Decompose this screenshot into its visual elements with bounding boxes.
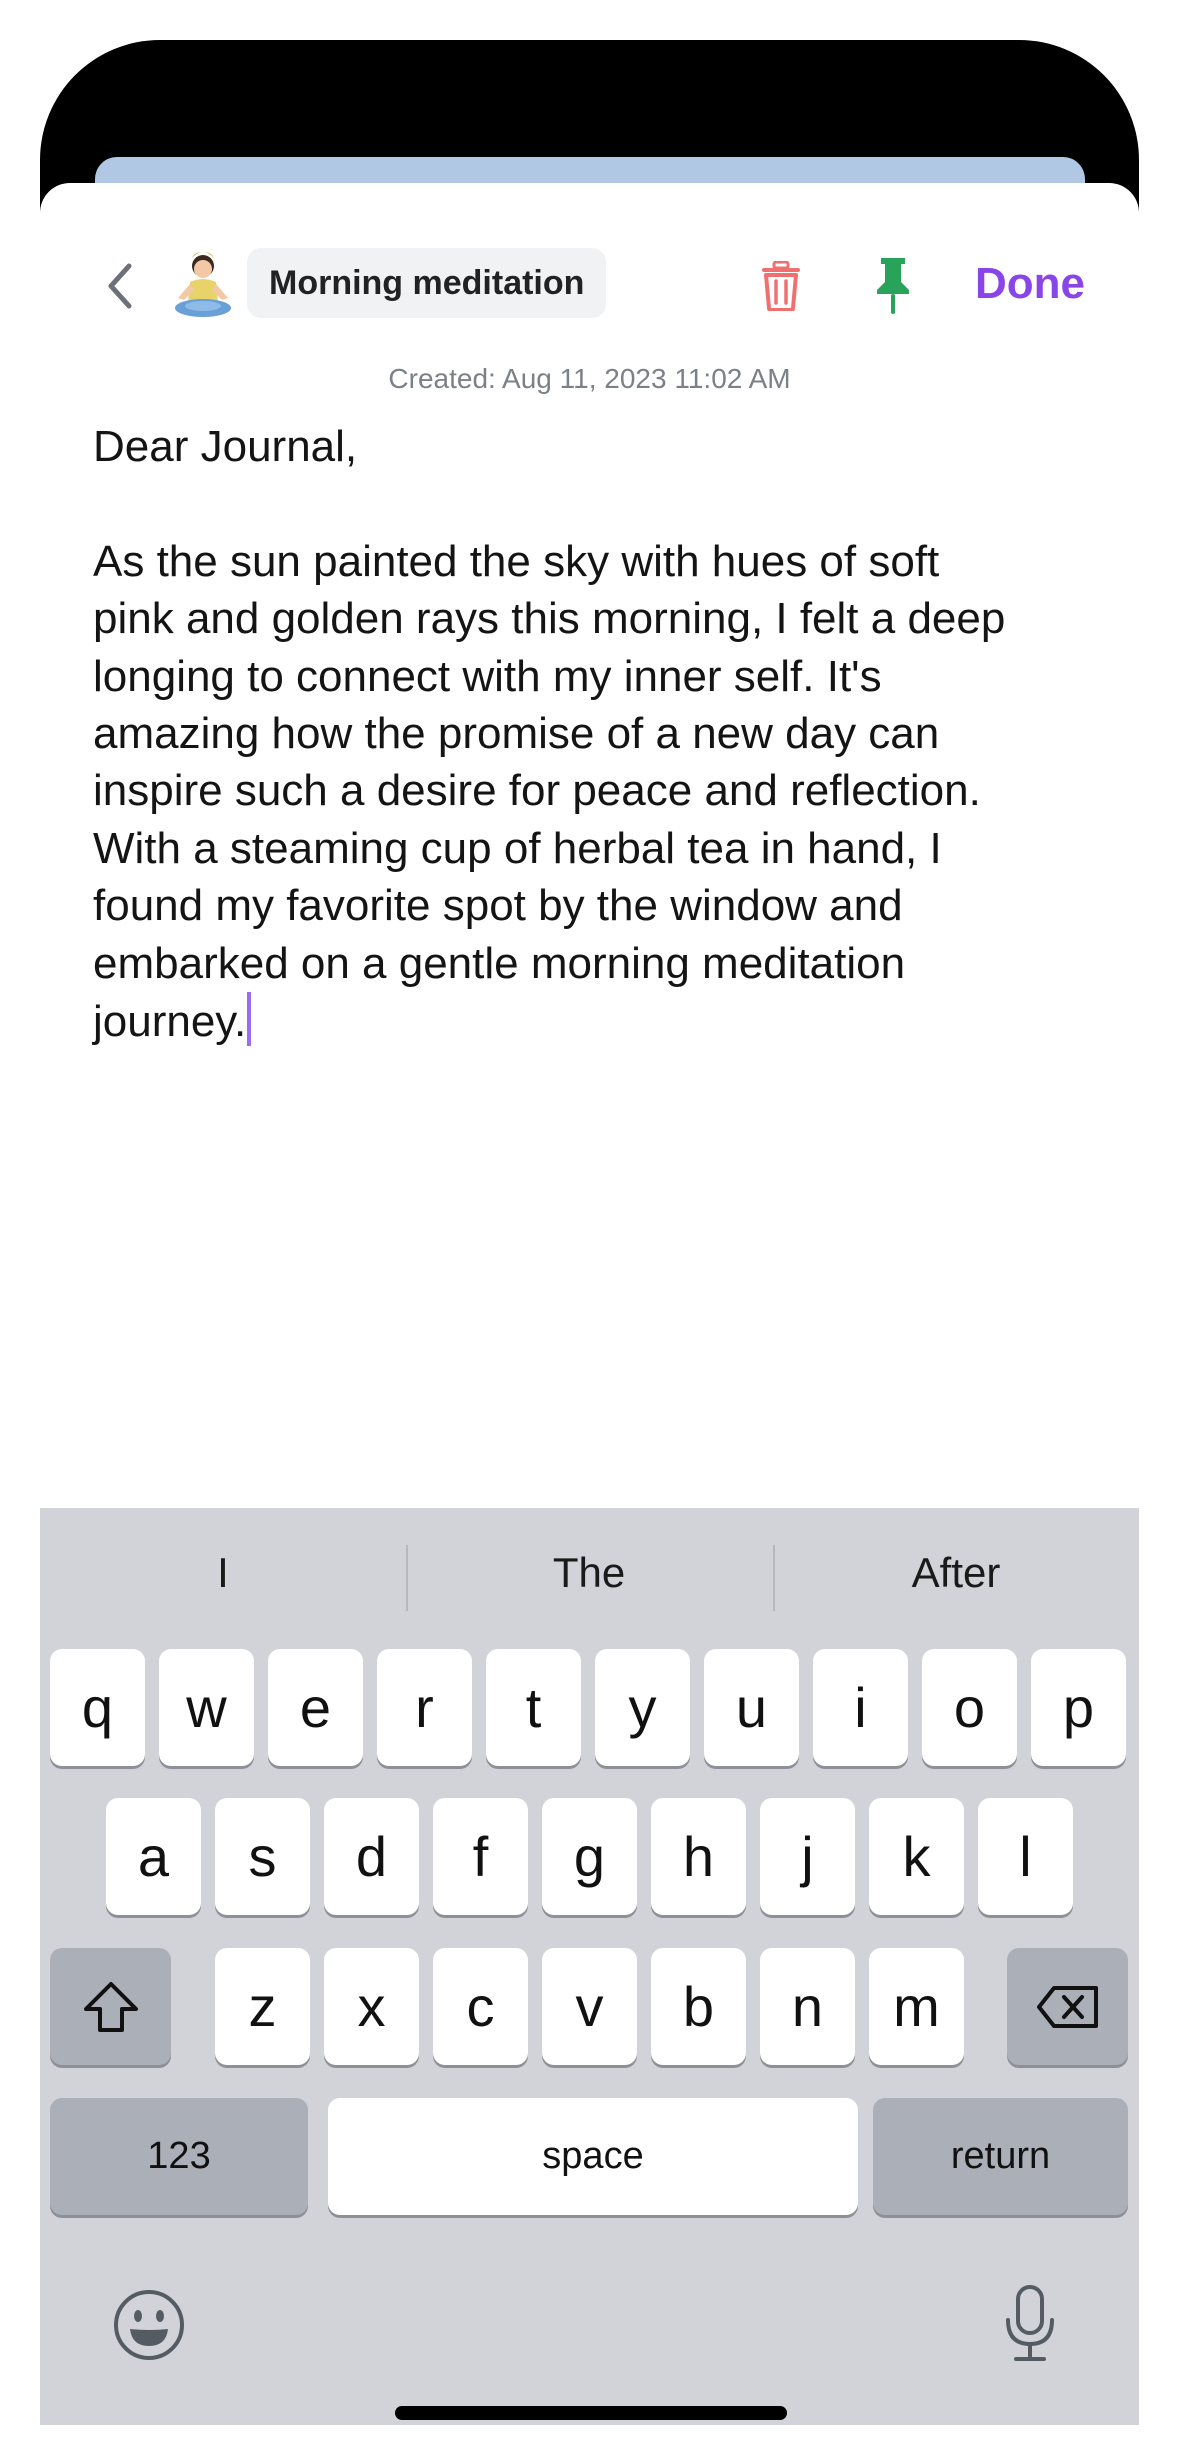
- return-key[interactable]: return: [873, 2098, 1128, 2215]
- home-indicator[interactable]: [395, 2406, 787, 2420]
- backspace-icon: [1036, 1985, 1098, 2028]
- key-g[interactable]: g: [542, 1798, 637, 1915]
- key-z[interactable]: z: [215, 1948, 310, 2065]
- done-button[interactable]: Done: [975, 259, 1085, 309]
- suggestion-2[interactable]: The: [406, 1508, 772, 1638]
- numbers-key[interactable]: 123: [50, 2098, 308, 2215]
- key-t[interactable]: t: [486, 1649, 581, 1766]
- key-e[interactable]: e: [268, 1649, 363, 1766]
- text-cursor: [247, 992, 252, 1047]
- space-key[interactable]: space: [328, 2098, 858, 2215]
- back-button[interactable]: [95, 258, 145, 318]
- chevron-left-icon: [105, 262, 135, 315]
- journal-text-area[interactable]: Dear Journal, As the sun painted the sky…: [93, 418, 1113, 1050]
- key-u[interactable]: u: [704, 1649, 799, 1766]
- emoji-button[interactable]: [112, 2288, 186, 2362]
- editor-header: Morning meditation Done: [40, 183, 1139, 383]
- meditating-person-avatar: [175, 252, 231, 317]
- entry-title: Morning meditation: [269, 263, 585, 302]
- pin-button[interactable]: [865, 255, 921, 317]
- key-r[interactable]: r: [377, 1649, 472, 1766]
- key-y[interactable]: y: [595, 1649, 690, 1766]
- journal-editor-sheet: Morning meditation Done Created: Aug 11,…: [40, 183, 1139, 2425]
- emoji-icon: [114, 2290, 184, 2360]
- pin-icon: [877, 258, 909, 314]
- key-i[interactable]: i: [813, 1649, 908, 1766]
- key-q[interactable]: q: [50, 1649, 145, 1766]
- trash-icon: [762, 261, 800, 311]
- microphone-icon: [1006, 2285, 1054, 2361]
- key-x[interactable]: x: [324, 1948, 419, 2065]
- key-f[interactable]: f: [433, 1798, 528, 1915]
- key-j[interactable]: j: [760, 1798, 855, 1915]
- key-l[interactable]: l: [978, 1798, 1073, 1915]
- entry-title-chip[interactable]: Morning meditation: [247, 248, 607, 318]
- created-timestamp: Created: Aug 11, 2023 11:02 AM: [388, 363, 791, 394]
- key-m[interactable]: m: [869, 1948, 964, 2065]
- key-c[interactable]: c: [433, 1948, 528, 2065]
- key-b[interactable]: b: [651, 1948, 746, 2065]
- key-p[interactable]: p: [1031, 1649, 1126, 1766]
- key-s[interactable]: s: [215, 1798, 310, 1915]
- shift-icon: [83, 1981, 138, 2032]
- suggestion-3[interactable]: After: [773, 1508, 1139, 1638]
- backspace-key[interactable]: [1007, 1948, 1128, 2065]
- key-n[interactable]: n: [760, 1948, 855, 2065]
- entry-avatar[interactable]: [170, 248, 236, 320]
- delete-button[interactable]: [753, 258, 809, 314]
- key-v[interactable]: v: [542, 1948, 637, 2065]
- key-a[interactable]: a: [106, 1798, 201, 1915]
- key-d[interactable]: d: [324, 1798, 419, 1915]
- predictive-bar: I The After: [40, 1508, 1139, 1638]
- key-k[interactable]: k: [869, 1798, 964, 1915]
- journal-greeting: Dear Journal,: [93, 422, 358, 471]
- journal-body: As the sun painted the sky with hues of …: [93, 536, 1006, 1047]
- key-o[interactable]: o: [922, 1649, 1017, 1766]
- keyboard: I The After q w e r t y u i o p a s d f …: [40, 1508, 1139, 2425]
- key-h[interactable]: h: [651, 1798, 746, 1915]
- shift-key[interactable]: [50, 1948, 171, 2065]
- dictation-button[interactable]: [1000, 2284, 1060, 2364]
- key-w[interactable]: w: [159, 1649, 254, 1766]
- suggestion-1[interactable]: I: [40, 1508, 406, 1638]
